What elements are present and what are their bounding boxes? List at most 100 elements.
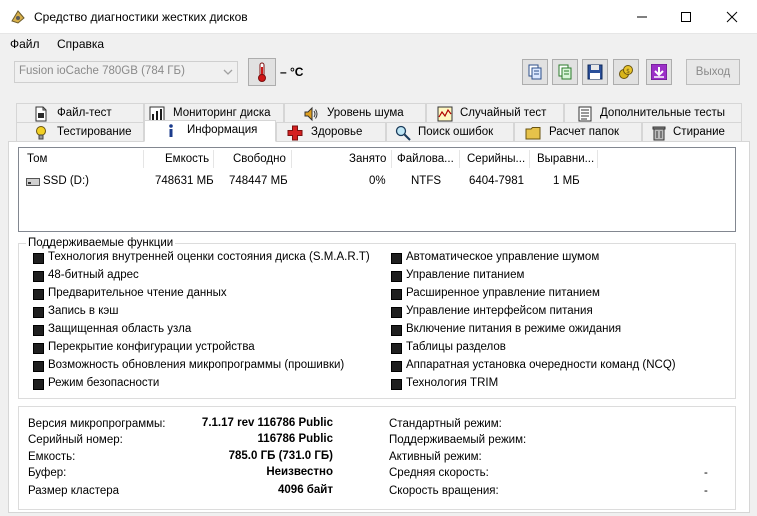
menu-bar: Файл Справка [0, 34, 757, 54]
tab-erase[interactable]: Стирание [642, 122, 742, 142]
serial-label: Серийный номер: [28, 434, 123, 446]
lightbulb-icon [36, 126, 46, 140]
volume-list[interactable]: Том Емкость Свободно Занято Файлова... С… [18, 147, 736, 232]
tab-testing[interactable]: Тестирование [16, 122, 144, 142]
trash-icon [652, 126, 666, 141]
checked-box-icon [33, 361, 44, 372]
download-arrow-icon [651, 64, 667, 80]
tab-health[interactable]: Здоровье [276, 122, 386, 142]
red-cross-icon [287, 125, 303, 141]
col-header-alignment[interactable]: Выравни... [537, 153, 594, 165]
speaker-icon [304, 106, 318, 122]
tab-information[interactable]: Информация [144, 120, 276, 142]
checked-box-icon [391, 307, 402, 318]
window-title: Средство диагностики жестких дисков [34, 10, 248, 24]
cluster-size-label: Размер кластера [28, 485, 120, 497]
drive-select-value: Fusion ioCache 780GB (784 ГБ) [19, 65, 185, 77]
copy-all-button[interactable] [552, 59, 578, 85]
chevron-down-icon [223, 69, 233, 75]
app-disk-icon [10, 9, 26, 25]
volume-name: SSD (D:) [43, 175, 89, 187]
rotation-speed-value: - [704, 485, 708, 497]
drive-icon [26, 178, 40, 186]
tab-file-test[interactable]: Файл-тест [16, 103, 144, 123]
col-header-filesystem[interactable]: Файлова... [397, 153, 454, 165]
copy-icon [528, 64, 542, 80]
cluster-size-value: 4096 байт [278, 484, 333, 496]
tab-additional-tests[interactable]: Дополнительные тесты [564, 103, 742, 123]
checked-box-icon [391, 253, 402, 264]
info-icon [169, 124, 173, 137]
thermometer-button[interactable] [248, 58, 276, 86]
close-icon [726, 11, 738, 23]
checked-box-icon [33, 307, 44, 318]
active-mode-label: Активный режим: [389, 451, 482, 463]
tools-button[interactable]: $ [613, 59, 639, 85]
coins-icon: $ [619, 65, 633, 79]
volume-free: 748447 МБ [229, 175, 288, 187]
checked-box-icon [391, 289, 402, 300]
col-header-serial[interactable]: Серийны... [467, 153, 525, 165]
copy-green-icon [558, 64, 572, 80]
magnifier-icon [395, 125, 411, 141]
col-header-free[interactable]: Свободно [233, 153, 286, 165]
buffer-label: Буфер: [28, 467, 67, 479]
download-button[interactable] [646, 59, 672, 85]
buffer-value: Неизвестно [266, 466, 333, 478]
title-bar[interactable]: Средство диагностики жестких дисков [0, 0, 757, 34]
checked-box-icon [391, 271, 402, 282]
checked-box-icon [33, 271, 44, 282]
standard-mode-label: Стандартный режим: [389, 418, 502, 430]
random-chart-icon [437, 106, 453, 122]
firmware-value: 7.1.17 rev 116786 Public [201, 417, 333, 429]
temperature-value: – °C [280, 65, 304, 79]
file-icon [35, 106, 47, 122]
average-speed-value: - [704, 467, 708, 479]
average-speed-label: Средняя скорость: [389, 467, 489, 479]
features-title: Поддерживаемые функции [26, 237, 176, 249]
copy-button[interactable] [522, 59, 548, 85]
capacity-label: Емкость: [28, 451, 76, 463]
checked-box-icon [33, 253, 44, 264]
checked-box-icon [391, 361, 402, 372]
maximize-button[interactable] [663, 0, 709, 34]
checked-box-icon [33, 289, 44, 300]
tab-folder-calc[interactable]: Расчет папок [514, 122, 642, 142]
floppy-disk-icon [587, 64, 603, 80]
col-header-volume[interactable]: Том [27, 153, 47, 165]
drive-select[interactable]: Fusion ioCache 780GB (784 ГБ) [14, 61, 238, 83]
svg-text:$: $ [626, 68, 630, 75]
volume-alignment: 1 МБ [553, 175, 580, 187]
checked-box-icon [33, 343, 44, 354]
capacity-value: 785.0 ГБ (731.0 ГБ) [228, 450, 333, 462]
volume-filesystem: NTFS [411, 175, 442, 187]
thermometer-icon [258, 62, 266, 82]
col-header-capacity[interactable]: Емкость [165, 153, 209, 165]
close-button[interactable] [709, 0, 755, 34]
minimize-icon [637, 16, 647, 18]
tab-random-test[interactable]: Случайный тест [426, 103, 564, 123]
volume-used: 0% [369, 175, 386, 187]
checked-box-icon [391, 325, 402, 336]
supported-mode-label: Поддерживаемый режим: [389, 434, 527, 446]
rotation-speed-label: Скорость вращения: [389, 485, 499, 497]
serial-value: 116786 Public [257, 433, 333, 445]
minimize-button[interactable] [619, 0, 665, 34]
col-header-used[interactable]: Занято [349, 153, 386, 165]
features-group [18, 243, 736, 399]
volume-capacity: 748631 МБ [155, 175, 214, 187]
tab-error-scan[interactable]: Поиск ошибок [386, 122, 514, 142]
tab-noise-level[interactable]: Уровень шума [284, 103, 426, 123]
maximize-icon [681, 12, 691, 22]
save-button[interactable] [582, 59, 608, 85]
checked-box-icon [33, 379, 44, 390]
checked-box-icon [391, 343, 402, 354]
volume-serial: 6404-7981 [469, 175, 524, 187]
document-list-icon [578, 106, 592, 122]
menu-help[interactable]: Справка [57, 37, 104, 51]
checked-box-icon [33, 325, 44, 336]
firmware-label: Версия микропрограммы: [28, 418, 166, 430]
exit-button[interactable]: Выход [686, 59, 740, 85]
menu-file[interactable]: Файл [10, 37, 40, 51]
folder-icon [525, 127, 541, 140]
